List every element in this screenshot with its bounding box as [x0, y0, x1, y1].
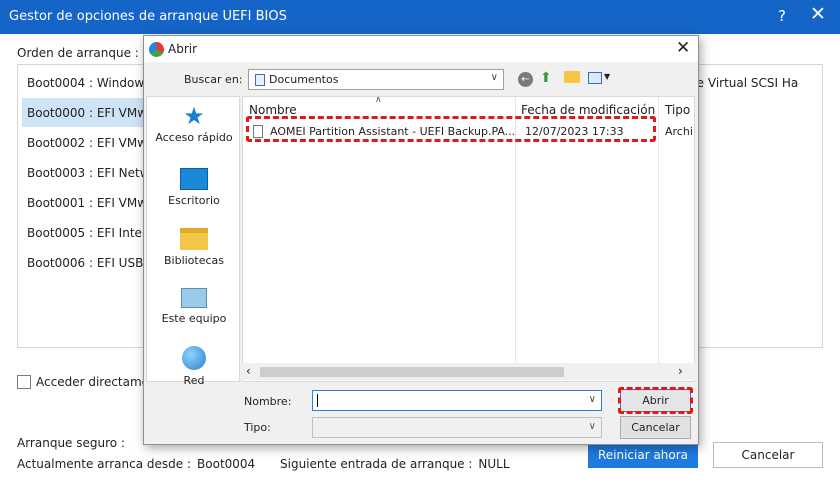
cancel-button[interactable]: Cancelar — [713, 442, 823, 468]
boot-order-label: Orden de arranque : — [17, 46, 139, 60]
highlight-open-box — [618, 387, 693, 414]
column-header-name[interactable]: Nombre — [249, 103, 297, 117]
view-menu-arrow-icon[interactable]: ▼ — [604, 72, 610, 81]
documents-icon — [255, 74, 265, 86]
next-boot-status: Siguiente entrada de arranque : NULL — [280, 457, 510, 471]
place-label: Este equipo — [161, 312, 227, 325]
dialog-close-icon[interactable]: ✕ — [676, 38, 690, 58]
libraries-icon — [180, 228, 208, 250]
scroll-thumb[interactable] — [260, 367, 564, 377]
restart-now-button[interactable]: Reiniciar ahora — [588, 442, 698, 468]
app-icon — [149, 42, 164, 57]
places-bar: ★ Acceso rápido Escritorio Bibliotecas E… — [146, 96, 241, 387]
dialog-title-bar: Abrir ✕ — [144, 36, 698, 62]
boot-entry[interactable]: Boot0003 : EFI Netw — [27, 166, 150, 180]
boot-entry[interactable]: Boot0004 : Windows — [27, 76, 150, 90]
direct-access-label: Acceder directame — [36, 375, 150, 389]
file-name-label: Nombre: — [244, 395, 292, 408]
back-icon[interactable]: ← — [518, 72, 533, 87]
open-file-dialog: Abrir ✕ Buscar en: Documentos ∨ ← ⬆ ▼ ★ … — [143, 35, 699, 445]
scroll-left-icon[interactable]: ‹ — [246, 364, 251, 378]
main-title-bar: Gestor de opciones de arranque UEFI BIOS… — [0, 0, 840, 34]
sort-indicator-icon: ∧ — [375, 96, 382, 105]
look-in-label: Buscar en: — [184, 73, 243, 86]
file-name-input[interactable]: ∨ — [312, 390, 602, 411]
highlight-file-box — [246, 116, 656, 142]
desktop-icon — [180, 168, 208, 190]
next-boot-value: NULL — [478, 457, 510, 471]
file-type-label: Tipo: — [244, 421, 271, 434]
current-boot-status: Actualmente arranca desde : Boot0004 — [17, 457, 255, 471]
place-label: Escritorio — [168, 194, 220, 207]
column-header-type[interactable]: Tipo — [665, 103, 690, 117]
place-libraries[interactable]: Bibliotecas — [147, 228, 241, 267]
quick-access-star-icon: ★ — [183, 102, 205, 130]
column-header-date[interactable]: Fecha de modificación — [521, 103, 655, 117]
boot-entry-description-tail: re Virtual SCSI Ha — [692, 76, 799, 90]
look-in-dropdown[interactable]: Documentos ∨ — [248, 69, 504, 90]
up-folder-icon[interactable]: ⬆ — [540, 70, 552, 86]
chevron-down-icon[interactable]: ∨ — [589, 394, 596, 405]
secure-boot-status: Arranque seguro : — [17, 436, 125, 450]
scroll-right-icon[interactable]: › — [678, 364, 683, 378]
file-type: Archi — [665, 125, 693, 138]
place-label: Acceso rápido — [155, 131, 233, 144]
file-type-dropdown[interactable]: ∨ — [312, 417, 602, 438]
horizontal-scrollbar[interactable]: ‹ › — [242, 363, 695, 380]
dialog-cancel-button[interactable]: Cancelar — [620, 416, 691, 439]
column-divider — [658, 97, 659, 365]
new-folder-icon[interactable] — [564, 71, 580, 83]
place-network[interactable]: Red — [147, 346, 241, 387]
chevron-down-icon: ∨ — [490, 72, 498, 83]
boot-entry[interactable]: Boot0000 : EFI VMw — [27, 106, 147, 120]
close-icon[interactable]: ✕ — [810, 5, 826, 24]
next-boot-label: Siguiente entrada de arranque : — [280, 457, 473, 471]
main-window-title: Gestor de opciones de arranque UEFI BIOS — [9, 9, 287, 24]
direct-access-checkbox[interactable] — [17, 375, 31, 389]
text-caret — [317, 394, 318, 407]
boot-entry[interactable]: Boot0005 : EFI Inter — [27, 226, 147, 240]
place-label: Bibliotecas — [163, 254, 225, 267]
place-label: Red — [183, 374, 205, 387]
view-menu-icon[interactable] — [588, 72, 602, 84]
look-in-value: Documentos — [269, 73, 339, 86]
current-boot-label: Actualmente arranca desde : — [17, 457, 192, 471]
computer-icon — [181, 288, 207, 308]
dialog-title: Abrir — [168, 42, 198, 56]
place-this-pc[interactable]: Este equipo — [147, 288, 241, 325]
help-icon[interactable]: ? — [778, 7, 786, 25]
place-desktop[interactable]: Escritorio — [147, 168, 241, 207]
chevron-down-icon: ∨ — [588, 421, 596, 432]
boot-entry[interactable]: Boot0001 : EFI VMwa — [27, 196, 154, 210]
boot-entry[interactable]: Boot0006 : EFI USB — [27, 256, 143, 270]
current-boot-value: Boot0004 — [197, 457, 256, 471]
boot-entry[interactable]: Boot0002 : EFI VMw — [27, 136, 147, 150]
network-icon — [182, 346, 206, 370]
place-quick-access[interactable]: ★ Acceso rápido — [147, 102, 241, 144]
